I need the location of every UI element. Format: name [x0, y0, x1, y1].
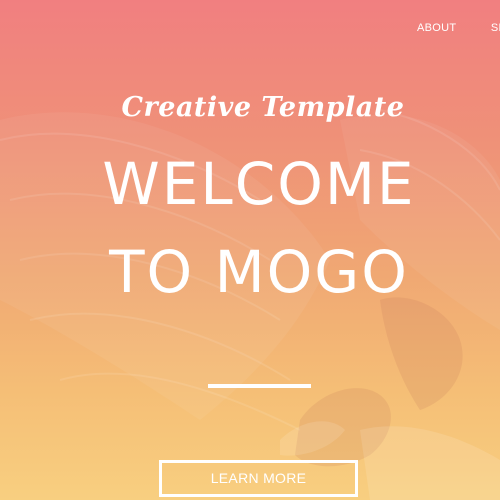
hero-divider — [208, 384, 311, 388]
hero-title: WELCOME TO MOGO — [0, 140, 500, 316]
hero-title-line-2: TO MOGO — [109, 238, 409, 306]
hero-title-line-1: WELCOME — [102, 150, 416, 218]
hero-tagline: Creative Template — [121, 92, 405, 123]
learn-more-button[interactable]: LEARN MORE — [159, 460, 358, 497]
top-navigation: ABOUT SERVICE — [417, 18, 500, 34]
nav-link-service[interactable]: SERVICE — [491, 21, 500, 34]
nav-link-about[interactable]: ABOUT — [417, 21, 456, 34]
hero-section: ABOUT SERVICE Creative Template WELCOME … — [0, 0, 500, 500]
